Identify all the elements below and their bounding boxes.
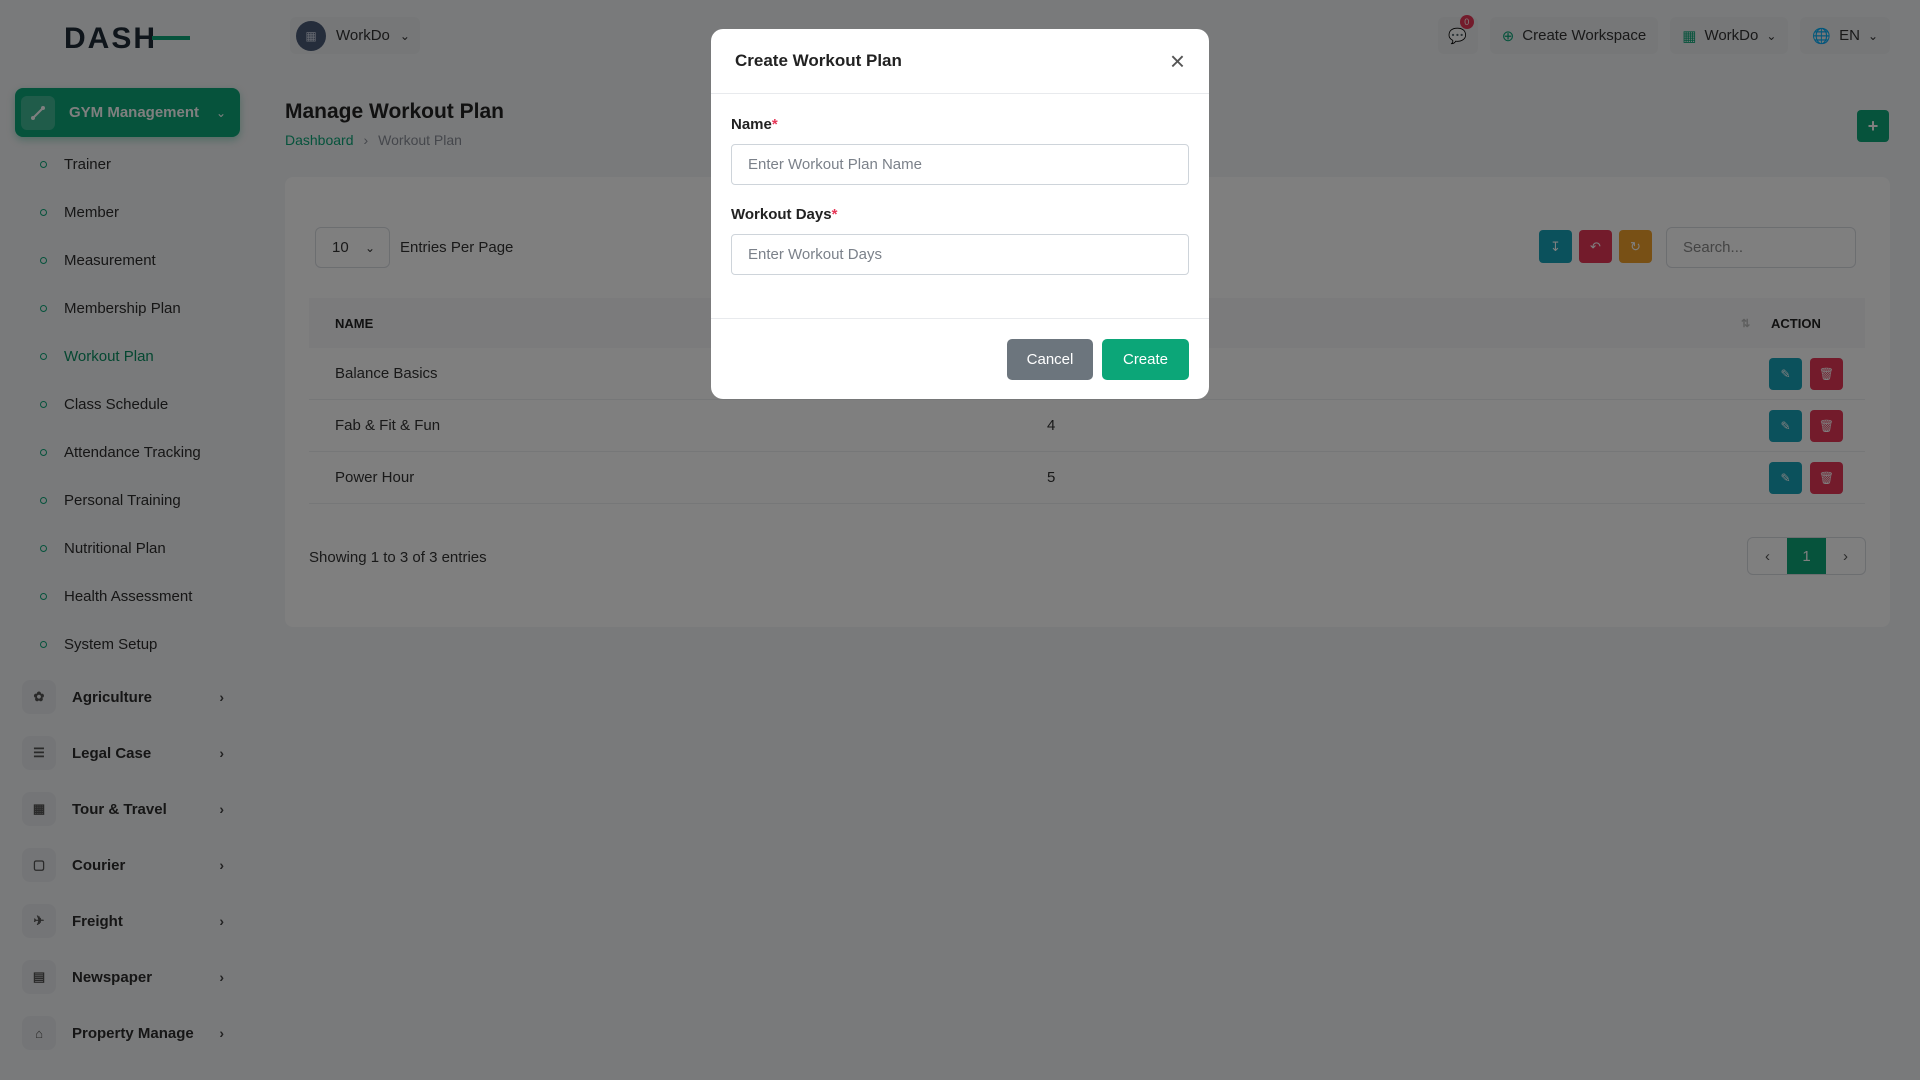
create-button[interactable]: Create <box>1102 339 1189 380</box>
workout-days-input[interactable] <box>731 234 1189 275</box>
name-label-text: Name <box>731 116 772 133</box>
modal-header: Create Workout Plan × <box>711 29 1209 94</box>
required-marker: * <box>831 206 838 223</box>
modal-footer: Cancel Create <box>711 319 1209 400</box>
modal-title: Create Workout Plan <box>735 51 902 70</box>
name-label: Name* <box>731 116 1189 133</box>
close-icon[interactable]: × <box>1170 48 1185 74</box>
workout-days-label-text: Workout Days <box>731 206 832 223</box>
modal-body: Name* Workout Days* <box>711 94 1209 319</box>
required-marker: * <box>771 116 778 133</box>
workout-plan-name-input[interactable] <box>731 144 1189 185</box>
cancel-button[interactable]: Cancel <box>1007 339 1093 380</box>
create-workout-plan-modal: Create Workout Plan × Name* Workout Days… <box>711 29 1209 399</box>
workout-days-label: Workout Days* <box>731 206 1189 223</box>
